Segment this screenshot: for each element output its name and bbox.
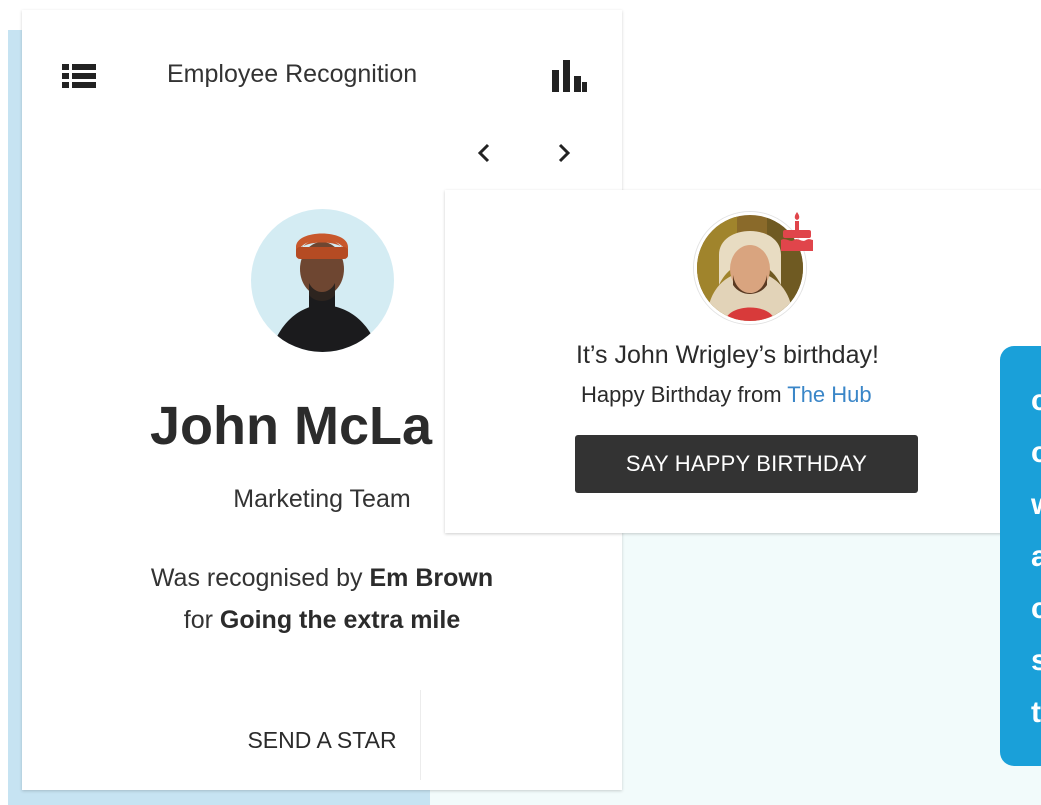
recognition-for-word: for	[183, 606, 213, 634]
side-tile-text: s	[1031, 644, 1041, 677]
chevron-left-icon	[477, 143, 490, 163]
birthday-subtitle: Happy Birthday from The Hub	[581, 382, 872, 408]
button-divider	[420, 690, 421, 780]
recognition-reason-line: for Going the extra mile	[22, 606, 622, 635]
side-tile-text: c	[1031, 384, 1041, 417]
recognition-line: Was recognised by Em Brown	[22, 564, 622, 593]
list-icon[interactable]	[62, 62, 96, 95]
chevron-right-icon	[558, 143, 571, 163]
say-happy-birthday-button[interactable]: SAY HAPPY BIRTHDAY	[575, 435, 918, 493]
recogniser-name: Em Brown	[369, 564, 494, 592]
employee-avatar	[251, 209, 394, 352]
next-button[interactable]	[550, 138, 578, 168]
recognition-reason: Going the extra mile	[219, 606, 461, 634]
side-tile-text: t	[1031, 696, 1041, 729]
side-tile: c c w a c s t	[1000, 346, 1041, 766]
bar-chart-icon[interactable]	[550, 56, 588, 99]
employee-name: John McLa	[150, 396, 433, 456]
side-tile-text: a	[1031, 540, 1041, 573]
send-a-star-button[interactable]: SEND A STAR	[232, 715, 412, 765]
side-tile-text: w	[1031, 490, 1041, 520]
side-tile-text: c	[1031, 436, 1041, 469]
previous-button[interactable]	[470, 138, 498, 168]
birthday-cake-icon	[779, 210, 815, 257]
app-title: Employee Recognition	[167, 60, 418, 88]
side-tile-text: c	[1031, 592, 1041, 625]
birthday-subtitle-text: Happy Birthday from	[581, 382, 782, 407]
recognition-prefix: Was recognised by	[150, 564, 363, 592]
birthday-title: It’s John Wrigley’s birthday!	[576, 341, 879, 369]
birthday-card: It’s John Wrigley’s birthday! Happy Birt…	[445, 190, 1041, 533]
the-hub-link[interactable]: The Hub	[787, 382, 871, 407]
